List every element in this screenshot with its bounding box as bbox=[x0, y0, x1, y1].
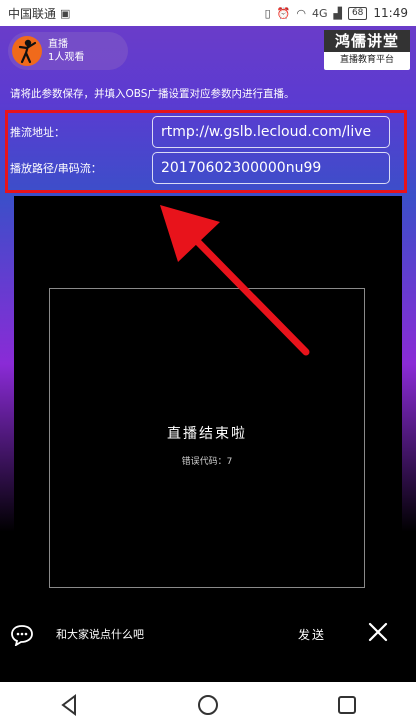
chat-bubble-icon[interactable] bbox=[10, 624, 34, 646]
host-badge[interactable]: 直播 1人观看 bbox=[8, 32, 128, 70]
chat-input[interactable]: 和大家说点什么吧 bbox=[56, 626, 144, 642]
person-icon bbox=[18, 39, 37, 64]
home-button[interactable] bbox=[188, 690, 228, 720]
live-ended-title: 直播结束啦 bbox=[167, 426, 247, 442]
close-icon[interactable] bbox=[368, 622, 388, 642]
host-info: 直播 1人观看 bbox=[48, 38, 84, 64]
network-type: 4G bbox=[311, 6, 328, 20]
error-code: 错误代码：7 bbox=[181, 457, 233, 467]
brand-name: 鸿儒讲堂 bbox=[324, 30, 410, 52]
wifi-icon: ◠ bbox=[296, 6, 306, 20]
home-icon bbox=[197, 695, 218, 715]
video-player[interactable]: 直播结束啦 错误代码：7 bbox=[49, 288, 365, 588]
recents-icon bbox=[337, 696, 356, 714]
battery-icon: 68 bbox=[347, 6, 368, 20]
back-button[interactable] bbox=[49, 690, 89, 720]
status-bar: 中国联通 ▣ ▯ ⏰ ◠ 4G ▟ 68 11:49 bbox=[0, 0, 416, 26]
brand-logo: 鸿儒讲堂 直播教育平台 bbox=[324, 30, 410, 70]
highlight-box bbox=[5, 110, 407, 193]
signal-icon: ▟ bbox=[333, 6, 342, 20]
carrier-name: 中国联通 bbox=[8, 6, 57, 21]
image-icon: ▣ bbox=[60, 6, 71, 20]
live-status: 直播 bbox=[48, 39, 68, 50]
left-glow bbox=[0, 196, 14, 616]
instruction-text: 请将此参数保存，并填入OBS广播设置对应参数内进行直播。 bbox=[10, 88, 295, 100]
brand-subtitle: 直播教育平台 bbox=[339, 55, 394, 65]
navigation-bar bbox=[0, 682, 416, 728]
clock: 11:49 bbox=[373, 6, 408, 20]
recents-button[interactable] bbox=[327, 690, 367, 720]
back-icon bbox=[61, 694, 77, 716]
alarm-icon: ⏰ bbox=[276, 6, 291, 20]
send-button[interactable]: 发送 bbox=[298, 626, 326, 643]
status-right: ▯ ⏰ ◠ 4G ▟ 68 11:49 bbox=[265, 6, 408, 20]
right-glow bbox=[402, 196, 416, 616]
avatar bbox=[12, 36, 42, 66]
vibrate-icon: ▯ bbox=[264, 6, 271, 20]
viewer-count: 1人观看 bbox=[48, 52, 85, 63]
